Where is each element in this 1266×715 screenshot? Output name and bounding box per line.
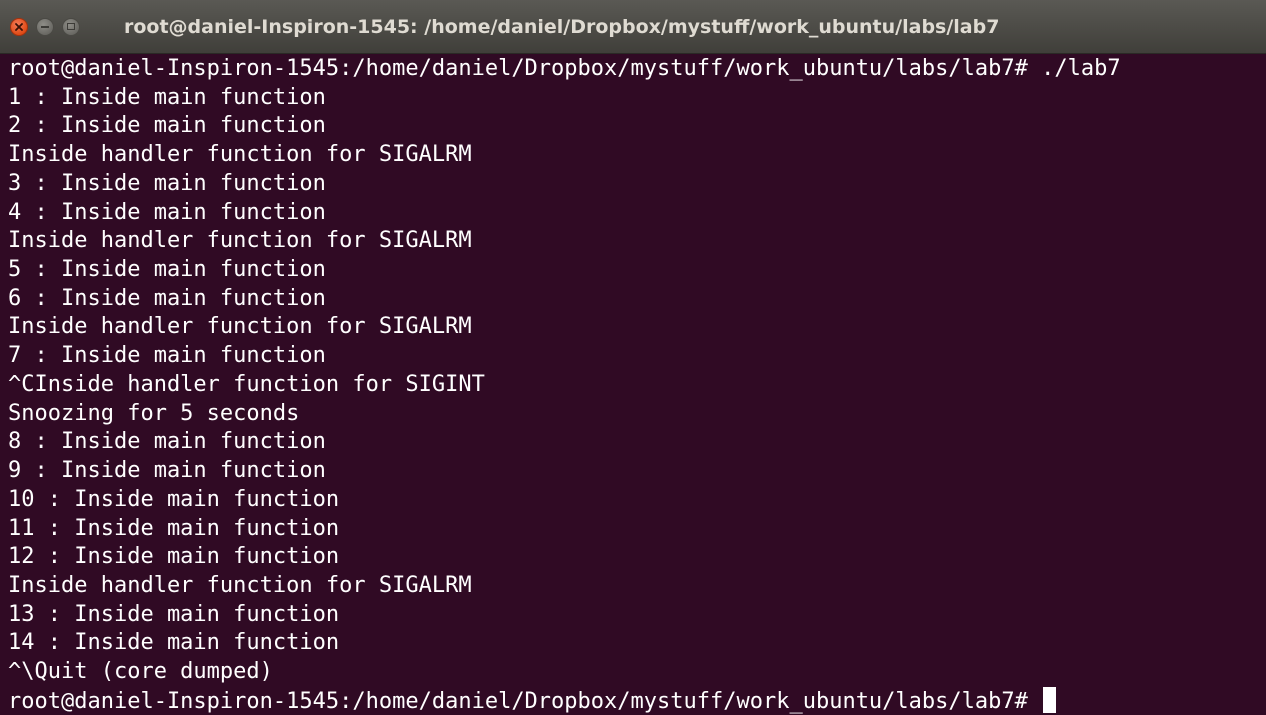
maximize-button[interactable] [62, 18, 80, 36]
terminal-line: 10 : Inside main function [8, 486, 340, 512]
close-button[interactable] [10, 18, 28, 36]
text-cursor [1043, 686, 1057, 713]
terminal-line: 4 : Inside main function [8, 199, 326, 225]
terminal-line: 2 : Inside main function [8, 113, 326, 139]
terminal-line: root@daniel-Inspiron-1545:/home/daniel/D… [8, 56, 1121, 81]
terminal-line: Snoozing for 5 seconds [8, 400, 300, 426]
terminal-line: 9 : Inside main function [8, 458, 326, 484]
terminal-line: 14 : Inside main function [8, 630, 340, 656]
title-bar[interactable]: root@daniel-Inspiron-1545: /home/daniel/… [0, 0, 1266, 54]
minimize-button[interactable] [36, 18, 54, 36]
terminal-line: Inside handler function for SIGALRM [8, 314, 472, 340]
maximize-icon [67, 23, 75, 30]
terminal-line: 8 : Inside main function [8, 429, 326, 455]
terminal-line: Inside handler function for SIGALRM [8, 142, 472, 168]
terminal-window: root@daniel-Inspiron-1545: /home/daniel/… [0, 0, 1266, 715]
terminal-line: 6 : Inside main function [8, 285, 326, 311]
terminal-prompt-line[interactable]: root@daniel-Inspiron-1545:/home/daniel/D… [8, 686, 1258, 715]
terminal-line: 12 : Inside main function [8, 544, 340, 570]
terminal-line: ^\Quit (core dumped) [8, 659, 273, 685]
terminal-line: 5 : Inside main function [8, 257, 326, 283]
minimize-icon [41, 26, 49, 28]
terminal-line: Inside handler function for SIGALRM [8, 228, 472, 254]
terminal-line: 13 : Inside main function [8, 601, 340, 627]
terminal-line: Inside handler function for SIGALRM [8, 572, 472, 598]
terminal-line: 1 : Inside main function [8, 84, 326, 110]
shell-prompt: root@daniel-Inspiron-1545:/home/daniel/D… [8, 688, 1042, 714]
terminal-line: 3 : Inside main function [8, 170, 326, 196]
terminal-line: 7 : Inside main function [8, 343, 326, 369]
terminal-line: 11 : Inside main function [8, 515, 340, 541]
close-icon [15, 23, 23, 31]
terminal-line: ^CInside handler function for SIGINT [8, 371, 485, 397]
window-title: root@daniel-Inspiron-1545: /home/daniel/… [124, 16, 1000, 38]
terminal-output[interactable]: root@daniel-Inspiron-1545:/home/daniel/D… [8, 55, 1258, 715]
